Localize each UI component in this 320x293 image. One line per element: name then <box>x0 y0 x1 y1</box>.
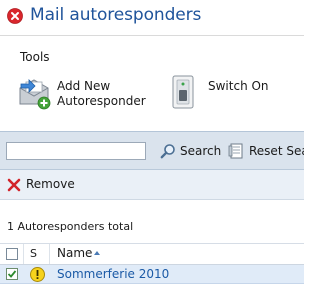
checkmark-icon <box>7 270 17 278</box>
switch-on-label: Switch On <box>208 79 269 93</box>
close-icon[interactable] <box>7 8 23 24</box>
sort-ascending-icon <box>94 251 100 255</box>
reset-search-label: Reset Search <box>249 144 304 158</box>
warning-icon <box>30 267 45 282</box>
column-separator <box>23 244 24 264</box>
list-header: S Name <box>0 243 304 265</box>
add-new-autoresponder-button[interactable]: Add New Autoresponder <box>16 74 146 110</box>
autoresponders-total: 1 Autoresponders total <box>7 220 134 233</box>
switch-on-icon <box>172 75 194 109</box>
switch-on-button[interactable]: Switch On <box>170 74 280 110</box>
search-button-label: Search <box>180 144 222 158</box>
title-bar: Mail autoresponders <box>0 0 304 36</box>
remove-button-label: Remove <box>26 177 75 191</box>
add-autoresponder-icon <box>19 79 51 110</box>
table-row[interactable]: Sommerferie 2010 <box>0 265 304 284</box>
reset-search-icon <box>228 143 243 159</box>
add-new-autoresponder-label: Add New Autoresponder <box>57 79 146 108</box>
title-divider <box>0 35 304 36</box>
remove-icon <box>7 178 21 192</box>
column-header-name[interactable]: Name <box>57 246 92 260</box>
reset-search-button[interactable]: Reset Search <box>228 141 304 161</box>
action-bar: Remove <box>0 170 304 200</box>
column-header-status[interactable]: S <box>30 247 37 260</box>
page-title: Mail autoresponders <box>30 5 202 25</box>
autoresponder-name-link[interactable]: Sommerferie 2010 <box>57 267 169 281</box>
select-all-checkbox[interactable] <box>6 248 18 260</box>
tools-section-label: Tools <box>20 50 50 64</box>
row-checkbox[interactable] <box>6 268 18 280</box>
search-bar: Search Reset Search <box>0 131 304 170</box>
search-icon <box>160 144 175 159</box>
search-input[interactable] <box>6 142 146 160</box>
column-separator <box>49 244 50 264</box>
